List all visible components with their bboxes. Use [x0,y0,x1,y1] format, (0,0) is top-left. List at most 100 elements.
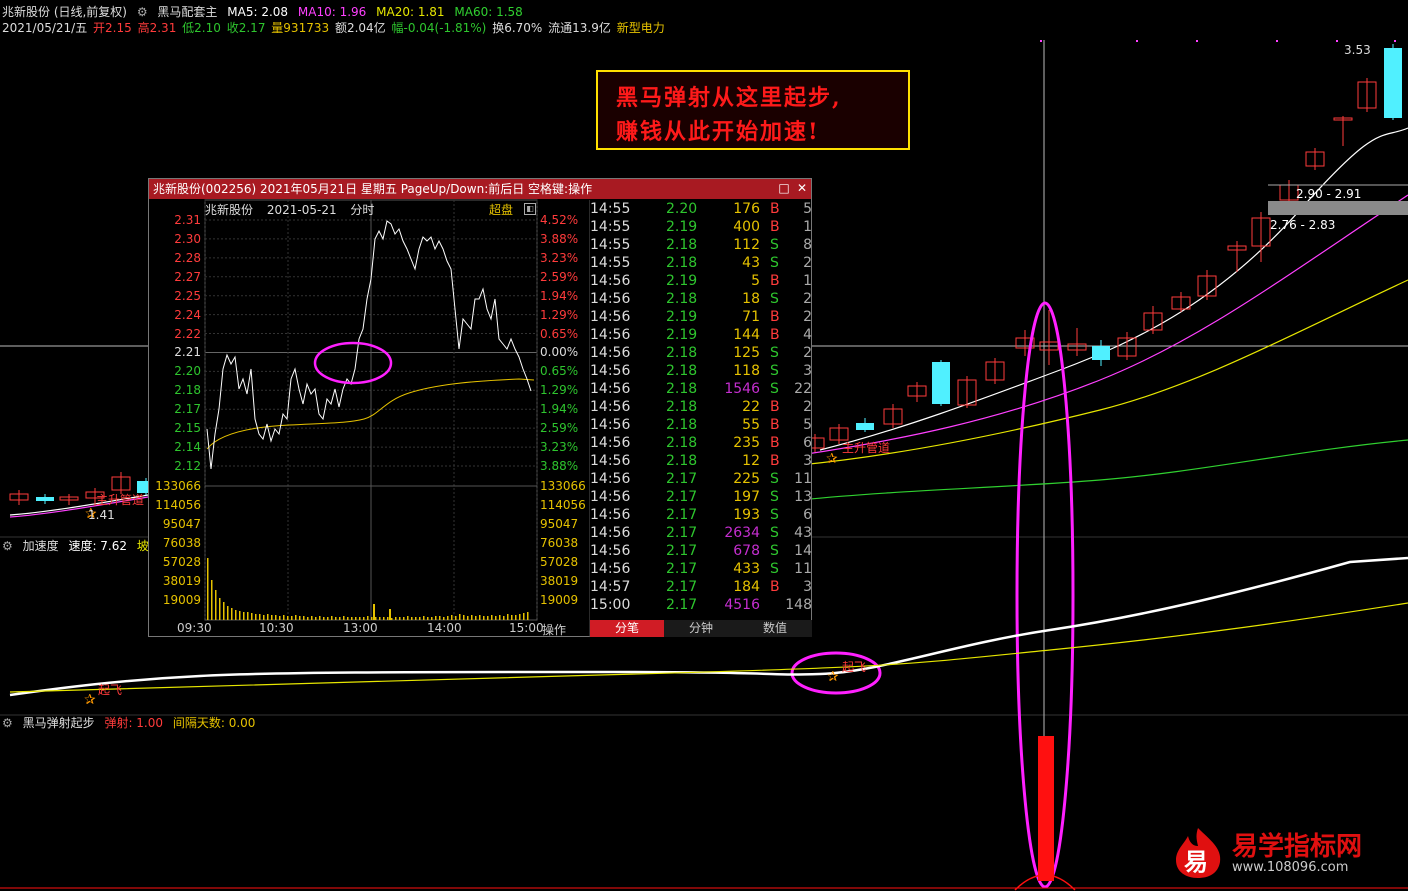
price-axis-label: 2.25 [174,288,201,303]
gear-icon[interactable]: ⚙ [137,5,148,19]
tick-price: 2.17 [666,471,698,487]
tick-price: 2.18 [666,399,698,415]
tick-side: S [770,543,779,559]
tick-side: S [770,471,779,487]
tick-volume: 71 [742,309,760,325]
logo-char: 易 [1184,848,1208,876]
tick-price: 2.17 [666,525,698,541]
tab-minutes[interactable]: 分钟 [664,620,738,637]
ma20-line [799,279,1408,466]
tick-side: B [770,273,780,289]
vol-axis-label: 114056 [540,498,586,512]
tick-row: 14:56 2.17 197 S 13 [590,488,812,506]
tick-side: B [770,579,780,595]
tick-time: 14:56 [590,291,631,307]
tick-row: 14:56 2.17 433 S 11 [590,560,812,578]
maximize-icon[interactable]: □ [777,181,791,195]
tick-count: 2 [803,399,812,415]
tick-count: 1 [803,273,812,289]
pct-axis-label: 2.59% [540,269,579,284]
quote-amount: 额2.04亿 [334,21,386,35]
tick-price: 2.17 [666,561,698,577]
intraday-kind: 分时 [350,203,375,217]
quote-open: 开2.15 [93,21,132,35]
tick-tabs: 分笔 分钟 数值 [590,620,812,637]
tick-row: 14:56 2.18 235 B 6 [590,434,812,452]
tick-time: 15:00 [590,597,631,613]
tick-side: S [770,345,779,361]
quote-float: 流通13.9亿 [548,21,611,35]
vol-axis-label: 76038 [540,536,579,550]
price-label-range1: 2.90 - 2.91 [1296,187,1362,201]
tick-time: 14:55 [590,255,631,271]
tick-time: 14:56 [590,561,631,577]
tick-price: 2.19 [666,309,698,325]
tab-values[interactable]: 数值 [738,620,812,637]
gear-icon[interactable]: ⚙ [2,539,13,553]
launch-panel-header: ⚙ 黑马弹射起步 弹射: 1.00 间隔天数: 0.00 [2,716,261,730]
tick-row: 14:56 2.19 5 B 1 [590,272,812,290]
launch-name: 黑马弹射起步 [22,716,95,730]
tick-row: 14:56 2.17 225 S 11 [590,470,812,488]
intraday-popup[interactable]: 兆新股份(002256) 2021年05月21日 星期五 PageUp/Down… [148,178,812,637]
tick-volume: 176 [733,201,760,217]
tick-row: 14:55 2.20 176 B 5 [590,200,812,218]
toggle-icon[interactable]: ◧ [524,203,536,215]
tick-count: 2 [803,345,812,361]
launch-value: 弹射: 1.00 [104,716,164,730]
indicator-name: 黑马配套主 [157,5,218,19]
tick-volume: 144 [733,327,760,343]
quote-sector[interactable]: 新型电力 [617,21,665,35]
callout-box: 黑马弹射从这里起步, 赚钱从此开始加速! [596,70,910,150]
tick-time: 14:55 [590,237,631,253]
tick-volume: 225 [733,471,760,487]
tick-time: 14:56 [590,363,631,379]
stock-name: 兆新股份 (日线,前复权) [2,5,127,19]
ma10-value: MA10: 1.96 [297,5,367,19]
main-header: 兆新股份 (日线,前复权) ⚙ 黑马配套主 MA5: 2.08 MA10: 1.… [2,5,529,19]
tick-time: 14:56 [590,309,631,325]
tick-side: B [770,219,780,235]
gear-icon[interactable]: ⚙ [2,716,13,730]
tick-price: 2.18 [666,417,698,433]
ops-button[interactable]: 操作 [542,621,566,638]
tick-side: S [770,507,779,523]
tick-price: 2.17 [666,507,698,523]
tick-volume: 5 [751,273,760,289]
price-label-range2: 2.76 - 2.83 [1270,218,1336,232]
quote-volume: 量931733 [271,21,330,35]
tick-count: 2 [803,291,812,307]
tick-count: 4 [803,327,812,343]
tick-price: 2.18 [666,255,698,271]
price-label-low: 1.41 [88,508,115,522]
pct-axis-label: 4.52% [540,213,579,227]
time-axis-label: 14:00 [427,621,462,635]
tick-row: 15:00 2.17 4516 148 [590,596,812,614]
intraday-name: 兆新股份 [205,203,254,217]
launch-bar [1038,736,1054,881]
tick-time: 14:56 [590,507,631,523]
close-icon[interactable]: ✕ [795,181,809,195]
tick-row: 14:55 2.18 43 S 2 [590,254,812,272]
tick-price: 2.17 [666,597,698,613]
intraday-chart[interactable] [149,179,590,638]
tick-count: 3 [803,363,812,379]
tick-price: 2.19 [666,273,698,289]
price-axis-label: 2.27 [174,269,201,284]
ma10-line [799,194,1408,456]
vol-axis-label: 57028 [162,555,201,569]
tab-ticks[interactable]: 分笔 [590,620,664,637]
tick-time: 14:57 [590,579,631,595]
tick-count: 148 [785,597,812,613]
ma5-value: MA5: 2.08 [227,5,289,19]
quote-date: 2021/05/21/五 [2,21,88,35]
tick-time: 14:56 [590,327,631,343]
tick-count: 8 [803,237,812,253]
chaopan-label[interactable]: 超盘 [489,201,513,218]
tick-side: S [770,381,779,397]
tick-time: 14:56 [590,525,631,541]
tick-price: 2.18 [666,363,698,379]
quote-turnover: 换6.70% [492,21,543,35]
tick-price: 2.18 [666,435,698,451]
price-axis-label: 2.18 [174,383,201,398]
